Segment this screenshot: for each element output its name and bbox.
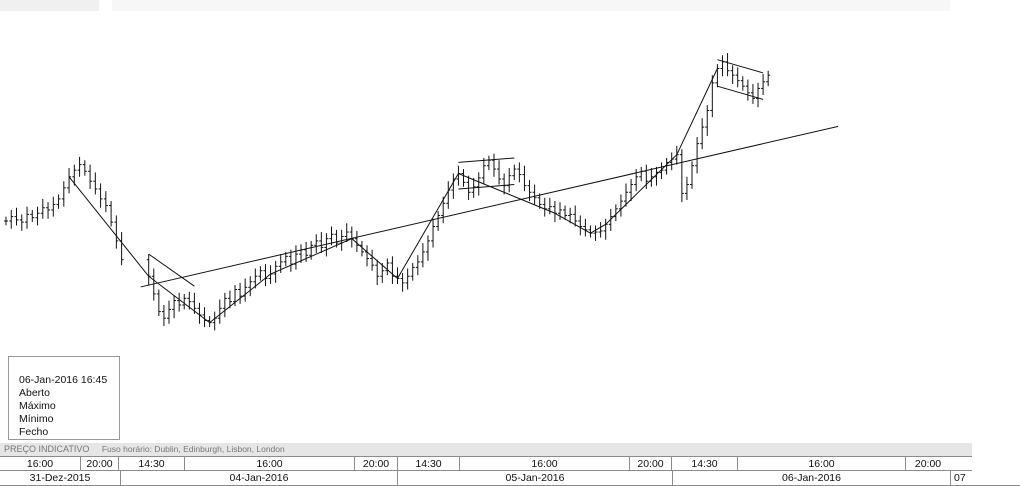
date-tick-label: 06-Jan-2016 [672, 471, 950, 485]
date-tick-label: 07 [950, 471, 1020, 485]
zigzag-line [68, 176, 150, 277]
time-tick-label: 20:00 [629, 457, 671, 471]
info-low-label: Mínimo [19, 413, 54, 425]
zigzag-line [351, 238, 398, 279]
time-tick-label: 16:00 [26, 458, 54, 470]
info-close-label: Fecho [19, 426, 49, 438]
time-tick-label: 20:00 [354, 457, 397, 471]
timezone-label: Fuso horário: Dublin, Edinburgh, Lisbon,… [101, 444, 285, 454]
time-tick-label: 20:00 [905, 457, 950, 471]
date-tick-label: 31-Dez-2015 [29, 472, 91, 484]
chart-window: 06-Jan-2016 16:45 Aberto Máximo Mínimo F… [0, 0, 1020, 486]
time-tick-label: 14:30 [671, 457, 737, 471]
info-open-label: Aberto [19, 387, 50, 399]
time-tick-label: 16:00 [737, 457, 905, 471]
time-tick-label: 16:00 [184, 457, 354, 471]
price-mode-label: PREÇO INDICATIVO [4, 444, 90, 454]
time-tick-label: 20:00 [80, 457, 118, 471]
time-tick-label: 16:00 [459, 457, 629, 471]
chart-footer: PREÇO INDICATIVO Fuso horário: Dublin, E… [0, 443, 972, 456]
channel-line [717, 59, 764, 74]
zigzag-line [458, 173, 556, 214]
date-tick-label: 04-Jan-2016 [120, 471, 397, 485]
zigzag-line [605, 154, 678, 225]
ohlc-info-box: 06-Jan-2016 16:45 Aberto Máximo Mínimo F… [8, 356, 120, 440]
date-axis[interactable]: 31-Dez-2015 04-Jan-2016 05-Jan-2016 06-J… [0, 471, 1020, 486]
time-axis[interactable]: 16:00 20:00 14:30 16:00 20:00 14:30 16:0… [0, 456, 972, 471]
channel-line [717, 85, 764, 100]
time-tick-label: 14:30 [397, 457, 459, 471]
channel-line [458, 157, 515, 163]
zigzag-line [209, 273, 271, 324]
price-chart[interactable] [0, 0, 1020, 442]
date-tick-label: 05-Jan-2016 [397, 471, 672, 485]
support-trendline [140, 125, 839, 288]
zigzag-line [590, 223, 606, 234]
time-tick-label: 14:30 [118, 457, 184, 471]
info-datetime: 06-Jan-2016 16:45 [19, 374, 108, 386]
info-high-label: Máximo [19, 400, 56, 412]
